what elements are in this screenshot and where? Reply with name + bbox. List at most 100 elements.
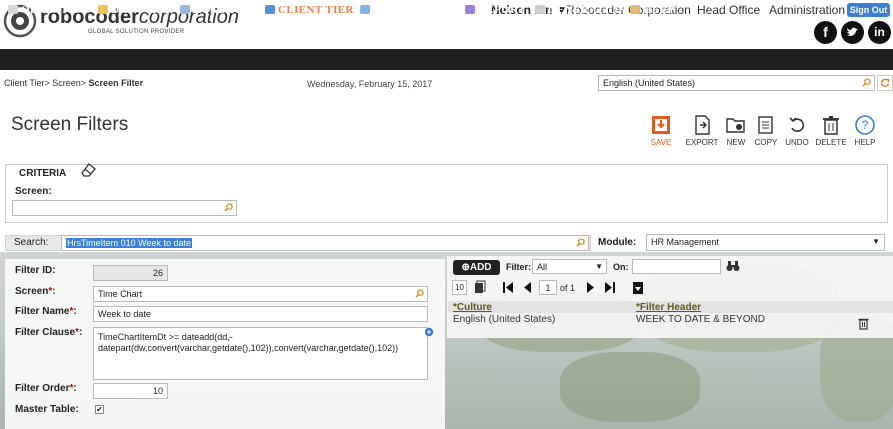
grid-on-input[interactable] bbox=[632, 259, 721, 274]
filter-name-label: Filter Name*: bbox=[15, 306, 77, 317]
logo-tagline: GLOBAL SOLUTION PROVIDER bbox=[88, 29, 185, 35]
copy-label: COPY bbox=[754, 138, 778, 147]
export-button[interactable]: EXPORT bbox=[685, 114, 719, 147]
copy-icon bbox=[758, 116, 773, 134]
page-count: of 1 bbox=[560, 283, 576, 293]
prev-page-icon[interactable] bbox=[521, 281, 533, 294]
trash-icon bbox=[823, 116, 839, 135]
save-button[interactable]: SAVE bbox=[644, 114, 678, 147]
link-head-office[interactable]: Head Office bbox=[697, 3, 760, 17]
page-size-apply-icon[interactable] bbox=[474, 280, 486, 294]
chevron-down-icon: ▼ bbox=[872, 237, 880, 246]
filter-clause-label: Filter Clause*: bbox=[15, 327, 83, 338]
search-icon[interactable] bbox=[415, 289, 424, 298]
operation-icon bbox=[8, 5, 18, 14]
menu-generation[interactable]: Generation bbox=[535, 0, 626, 21]
menu-maintenance[interactable]: Maintenance bbox=[360, 0, 462, 21]
help-menu-icon bbox=[630, 5, 640, 14]
refresh-icon[interactable] bbox=[877, 75, 893, 91]
undo-icon bbox=[789, 117, 805, 132]
breadcrumb-path[interactable]: Client Tier> Screen> bbox=[4, 78, 89, 88]
language-value: English (United States) bbox=[603, 78, 696, 88]
first-page-icon[interactable] bbox=[502, 281, 514, 294]
page-number-input[interactable]: 1 bbox=[539, 280, 557, 295]
breadcrumb: Client Tier> Screen> Screen Filter bbox=[4, 78, 143, 88]
search-icon bbox=[862, 78, 871, 87]
search-value: HrsTimeItem 010 Week to date bbox=[66, 238, 193, 248]
filter-id-field: 26 bbox=[93, 265, 168, 281]
language-select[interactable]: English (United States) bbox=[598, 75, 875, 91]
export-label: EXPORT bbox=[685, 138, 719, 147]
main-menu-bar bbox=[0, 49, 893, 70]
column-header-culture[interactable]: *Culture bbox=[453, 302, 492, 313]
master-table-checkbox[interactable]: ✔ bbox=[95, 405, 104, 414]
client-tier-icon bbox=[265, 5, 275, 14]
filter-order-field[interactable]: 10 bbox=[93, 383, 168, 399]
breadcrumb-current: Screen Filter bbox=[88, 78, 144, 88]
rule-tier-icon bbox=[180, 5, 190, 14]
undo-label: UNDO bbox=[785, 138, 809, 147]
new-button[interactable]: NEW bbox=[719, 114, 753, 147]
svg-text:?: ? bbox=[862, 118, 869, 132]
filter-name-field[interactable]: Week to date bbox=[93, 306, 428, 322]
current-date: Wednesday, February 15, 2017 bbox=[307, 79, 433, 89]
help-label: HELP bbox=[854, 138, 876, 147]
menu-report[interactable]: Report bbox=[465, 0, 526, 21]
grid-filter-value: All bbox=[537, 262, 548, 272]
menu-operation[interactable]: Operation bbox=[8, 0, 90, 21]
next-page-icon[interactable] bbox=[585, 281, 597, 294]
screen-field[interactable]: Time Chart bbox=[93, 286, 428, 302]
twitter-icon[interactable] bbox=[841, 21, 864, 44]
copy-button[interactable]: COPY bbox=[749, 114, 783, 147]
search-icon[interactable] bbox=[576, 238, 585, 247]
menu-help[interactable]: Help bbox=[630, 0, 675, 21]
eraser-icon[interactable] bbox=[79, 161, 97, 179]
sign-out-button[interactable]: Sign Out bbox=[847, 3, 890, 17]
page-size-input[interactable]: 10 bbox=[452, 280, 467, 295]
undo-button[interactable]: UNDO bbox=[780, 114, 814, 147]
grid-on-label: On: bbox=[613, 262, 629, 272]
module-select[interactable]: HR Management ▼ bbox=[646, 234, 885, 251]
screen-field-value: Time Chart bbox=[98, 289, 143, 299]
last-page-icon[interactable] bbox=[604, 281, 616, 294]
filter-id-label: Filter ID: bbox=[15, 265, 56, 276]
delete-row-icon[interactable] bbox=[858, 317, 869, 330]
generation-icon bbox=[535, 5, 545, 14]
help-icon: ? bbox=[855, 115, 875, 135]
help-button[interactable]: ? HELP bbox=[848, 114, 882, 147]
facebook-icon[interactable]: f bbox=[814, 21, 837, 44]
filter-order-label: Filter Order*: bbox=[15, 383, 77, 394]
menu-data-tier[interactable]: Data Tier bbox=[98, 0, 173, 21]
download-icon[interactable] bbox=[632, 281, 644, 295]
new-folder-icon bbox=[726, 118, 745, 133]
binoculars-icon[interactable] bbox=[726, 260, 740, 272]
criteria-title: CRITERIA bbox=[19, 168, 67, 179]
grid-filter-select[interactable]: All ▼ bbox=[532, 259, 607, 274]
grid-cell-filter-header[interactable]: WEEK TO DATE & BEYOND bbox=[636, 314, 765, 325]
search-input[interactable]: HrsTimeItem 010 Week to date bbox=[61, 235, 589, 251]
menu-client-tier[interactable]: Client Tier bbox=[265, 0, 354, 21]
column-header-filter-header[interactable]: *Filter Header bbox=[636, 302, 701, 313]
page-title: Screen Filters bbox=[11, 114, 129, 135]
grid-filter-label: Filter: bbox=[506, 262, 532, 272]
filter-clause-textarea[interactable]: TimeChartItemDt >= dateadd(dd,-datepart(… bbox=[93, 327, 428, 380]
expand-editor-icon[interactable] bbox=[424, 327, 434, 337]
delete-label: DELETE bbox=[815, 138, 847, 147]
criteria-screen-label: Screen: bbox=[15, 186, 52, 197]
menu-rule-tier[interactable]: Rule Tier bbox=[180, 0, 257, 21]
delete-button[interactable]: DELETE bbox=[814, 114, 848, 147]
report-icon bbox=[465, 5, 475, 14]
module-value: HR Management bbox=[651, 237, 720, 247]
export-icon bbox=[695, 115, 710, 135]
criteria-screen-input[interactable] bbox=[12, 200, 237, 216]
search-label: Search: bbox=[14, 237, 49, 248]
link-administration[interactable]: Administration bbox=[769, 3, 845, 17]
maintenance-icon bbox=[360, 5, 370, 14]
data-tier-icon bbox=[98, 5, 108, 14]
grid-cell-culture[interactable]: English (United States) bbox=[453, 314, 555, 325]
save-icon bbox=[652, 116, 670, 134]
add-row-button[interactable]: ⊕ADD bbox=[453, 260, 500, 275]
linkedin-icon[interactable]: in bbox=[868, 21, 891, 44]
search-icon[interactable] bbox=[224, 203, 233, 212]
module-label: Module: bbox=[598, 237, 637, 248]
